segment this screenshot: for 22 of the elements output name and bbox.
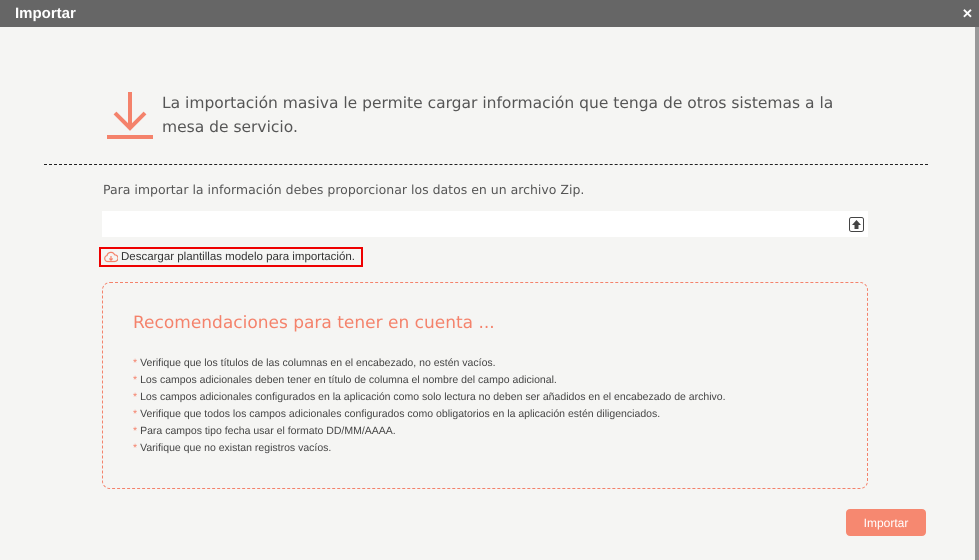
- recommendation-text: Los campos adicionales configurados en la aplicación como solo lectura no deben ser añadidos en el encabezado de archivo.: [140, 391, 726, 403]
- recommendation-text: Varifique que no existan registros vacíos.: [140, 442, 332, 454]
- close-button[interactable]: ✕: [960, 6, 975, 21]
- asterisk: *: [133, 442, 138, 454]
- recommendation-text: Los campos adicionales deben tener en título de columna el nombre del campo adicional.: [140, 374, 557, 386]
- recommendation-text: Verifique que los títulos de las columnas en el encabezado, no estén vacíos.: [140, 357, 496, 369]
- recommendation-text: Para campos tipo fecha usar el formato DD/MM/AAAA.: [140, 425, 396, 437]
- asterisk: *: [133, 374, 138, 386]
- intro-text: La importación masiva le permite cargar información que tenga de otros sistemas a la mesa de servicio.: [162, 93, 834, 138]
- asterisk: *: [133, 391, 138, 403]
- download-arrow-icon: [105, 90, 155, 140]
- file-field[interactable]: [102, 211, 868, 237]
- asterisk: *: [133, 425, 138, 437]
- window-title: Importar: [15, 5, 76, 22]
- recommendation-text: Verifique que todos los campos adicionales configurados como obligatorios en la aplicación estén diligenciados.: [140, 408, 660, 420]
- upload-icon[interactable]: [849, 216, 864, 232]
- download-templates-link[interactable]: Descargar plantillas modelo para importación.: [99, 247, 363, 267]
- cloud-download-icon: [104, 251, 118, 263]
- instructions-text: Para importar la información debes proporcionar los datos en un archivo Zip.: [103, 182, 586, 197]
- asterisk: *: [133, 357, 138, 369]
- recommendations-title: Recomendaciones para tener en cuenta ...: [133, 313, 496, 333]
- asterisk: *: [133, 408, 138, 420]
